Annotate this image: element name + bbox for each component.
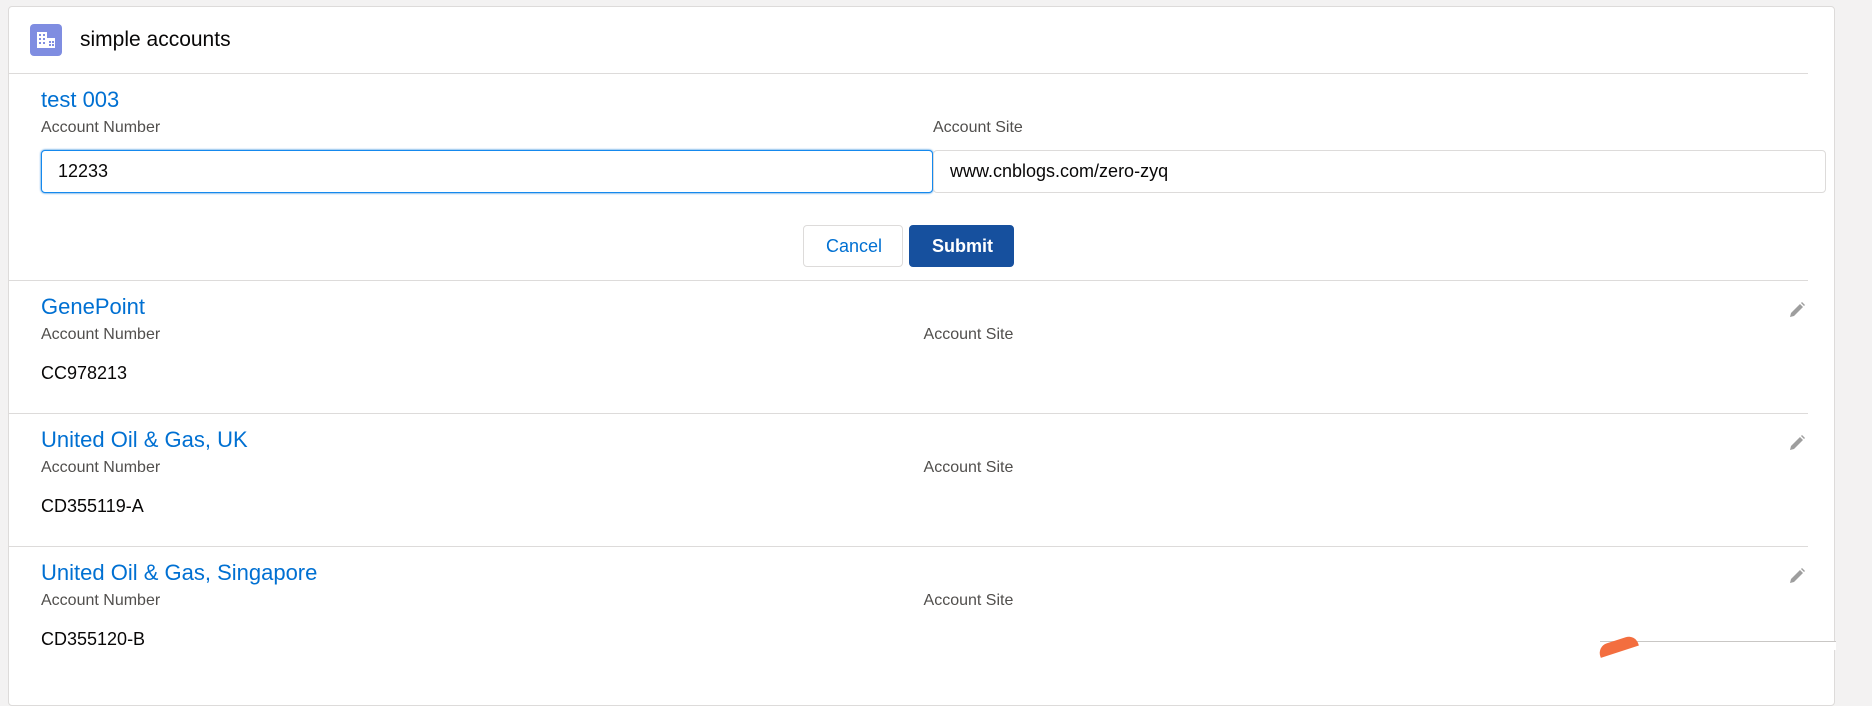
cancel-button[interactable]: Cancel bbox=[803, 225, 903, 267]
record-fields: Account Number CC978213 Account Site bbox=[41, 325, 1808, 384]
account-number-value: CD355119-A bbox=[41, 496, 144, 516]
pencil-edit-icon[interactable] bbox=[1786, 299, 1808, 321]
account-number-field: Account Number bbox=[41, 118, 933, 193]
form-fields: Account Number Account Site bbox=[41, 118, 1826, 193]
account-number-label: Account Number bbox=[41, 592, 161, 609]
account-site-label: Account Site bbox=[923, 592, 1014, 609]
record-name-link[interactable]: United Oil & Gas, UK bbox=[41, 414, 1808, 453]
edit-record-form: test 003 Account Number Account Site Can… bbox=[9, 74, 1826, 280]
account-number-value: CC978213 bbox=[41, 363, 128, 383]
account-number-label: Account Number bbox=[41, 119, 161, 136]
account-site-value bbox=[924, 362, 1808, 384]
account-building-icon bbox=[30, 24, 62, 56]
account-number-label: Account Number bbox=[41, 326, 161, 343]
record-item: GenePoint Account Number CC978213 Accoun… bbox=[9, 280, 1808, 413]
form-actions: Cancel Submit bbox=[9, 193, 1808, 279]
account-number-field: Account Number CC978213 bbox=[41, 325, 924, 384]
record-name-link[interactable]: test 003 bbox=[41, 74, 1808, 113]
record-item: United Oil & Gas, Singapore Account Numb… bbox=[9, 546, 1808, 679]
card-header: simple accounts bbox=[9, 7, 1808, 74]
account-site-field: Account Site bbox=[933, 118, 1826, 193]
account-number-field: Account Number CD355119-A bbox=[41, 458, 924, 517]
account-site-label: Account Site bbox=[923, 326, 1014, 343]
record-name-link[interactable]: GenePoint bbox=[41, 281, 1808, 320]
account-number-field: Account Number CD355120-B bbox=[41, 591, 924, 650]
pencil-edit-icon[interactable] bbox=[1786, 432, 1808, 454]
card-title: simple accounts bbox=[80, 28, 231, 51]
pencil-edit-icon[interactable] bbox=[1786, 565, 1808, 587]
account-site-field: Account Site bbox=[924, 458, 1808, 517]
record-name-link[interactable]: United Oil & Gas, Singapore bbox=[41, 547, 1808, 586]
account-site-label: Account Site bbox=[923, 459, 1014, 476]
record-fields: Account Number CD355119-A Account Site bbox=[41, 458, 1808, 517]
account-site-field: Account Site bbox=[924, 325, 1808, 384]
submit-button[interactable]: Submit bbox=[909, 225, 1014, 267]
accounts-card: simple accounts test 003 Account Number … bbox=[8, 6, 1835, 706]
record-fields: Account Number CD355120-B Account Site bbox=[41, 591, 1808, 650]
record-item: United Oil & Gas, UK Account Number CD35… bbox=[9, 413, 1808, 546]
account-number-value: CD355120-B bbox=[41, 629, 146, 649]
account-site-value bbox=[924, 495, 1808, 517]
account-site-label: Account Site bbox=[933, 119, 1023, 136]
account-number-input[interactable] bbox=[41, 150, 933, 193]
account-site-input[interactable] bbox=[933, 150, 1826, 193]
account-number-label: Account Number bbox=[41, 459, 161, 476]
